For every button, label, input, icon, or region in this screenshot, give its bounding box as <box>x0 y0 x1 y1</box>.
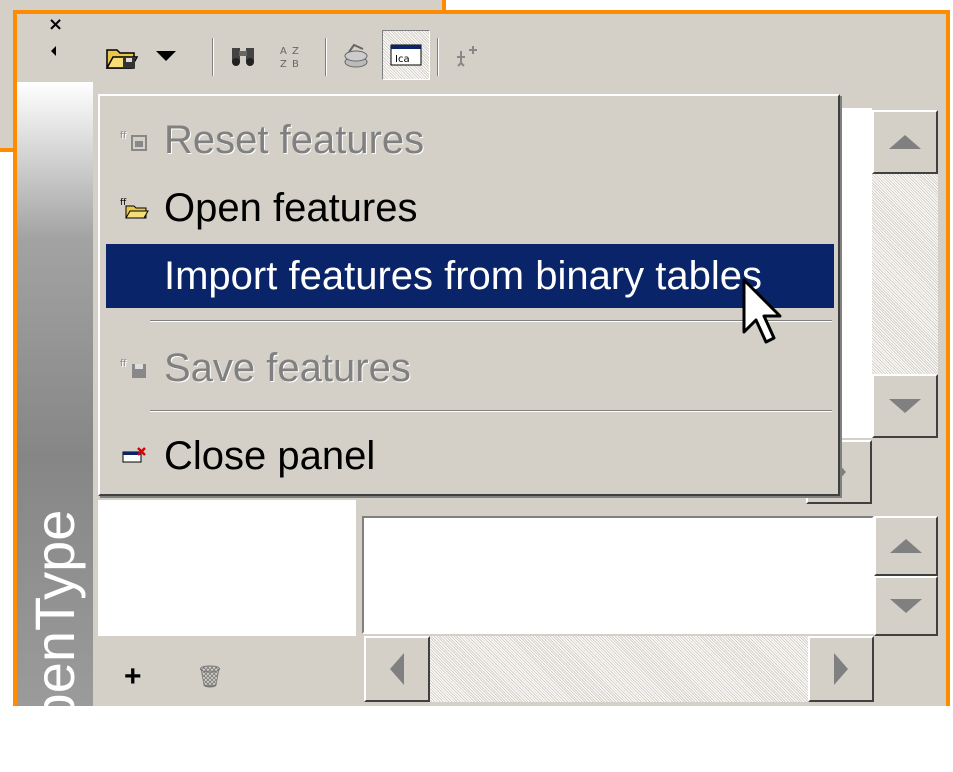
scroll-down-button[interactable] <box>874 576 938 636</box>
scroll-track[interactable] <box>872 174 938 374</box>
close-panel-icon <box>106 444 164 468</box>
menu-item-label: Close panel <box>164 433 376 478</box>
add-button[interactable]: + <box>124 660 142 694</box>
scroll-right-button[interactable] <box>808 636 874 702</box>
toolbar-separator <box>212 38 214 76</box>
lookup-view[interactable] <box>362 516 874 634</box>
scroll-up-button[interactable] <box>874 516 938 576</box>
svg-text:Ica: Ica <box>395 54 410 65</box>
feature-list[interactable] <box>98 500 356 636</box>
svg-text:Z: Z <box>280 59 287 69</box>
trash-icon[interactable]: 🗑 <box>196 664 224 690</box>
dropdown-arrow-icon[interactable] <box>146 40 186 72</box>
code-editor-icon[interactable]: Ica <box>382 30 430 80</box>
scroll-left-button[interactable] <box>364 636 430 702</box>
scroll-track[interactable] <box>430 636 808 702</box>
save-features-icon: ff <box>106 356 164 380</box>
code-view[interactable] <box>836 108 872 438</box>
sort-icon[interactable]: A Z Z B <box>274 40 314 72</box>
menu-item-label: Open features <box>164 185 418 230</box>
menu-item-save-features: ff Save features <box>106 336 834 400</box>
reset-features-icon: ff <box>106 128 164 152</box>
menu-item-label: Import features from binary tables <box>164 253 763 298</box>
panel-title: OpenType <box>23 509 86 768</box>
svg-text:A: A <box>280 46 287 57</box>
scroll-down-button[interactable] <box>872 374 938 438</box>
apply-icon[interactable] <box>336 40 376 72</box>
toolbar-separator <box>325 38 327 76</box>
menu-item-label: Reset features <box>164 117 425 162</box>
open-features-icon[interactable] <box>102 40 142 72</box>
menu-item-import-features[interactable]: Import features from binary tables <box>106 244 834 308</box>
svg-text:B: B <box>292 59 299 69</box>
mouse-cursor-icon <box>742 278 782 344</box>
menu-separator <box>150 320 832 322</box>
binoculars-icon[interactable] <box>226 40 260 72</box>
collapse-arrow-icon[interactable] <box>51 46 56 56</box>
menu-item-reset-features: ff Reset features <box>106 108 834 172</box>
toolbar-separator <box>437 38 439 76</box>
features-menu: ff Reset features ff Open features Impor… <box>98 94 840 496</box>
menu-item-close-panel[interactable]: Close panel <box>106 424 834 488</box>
menu-item-label: Save features <box>164 345 411 390</box>
menu-item-open-features[interactable]: ff Open features <box>106 176 834 240</box>
svg-text:ff: ff <box>120 131 127 141</box>
scroll-up-button[interactable] <box>872 110 938 174</box>
close-icon[interactable]: × <box>48 14 63 35</box>
svg-text:Z: Z <box>292 46 299 57</box>
menu-separator <box>150 410 832 412</box>
svg-text:ff: ff <box>120 359 127 369</box>
panel-sidebar: OpenType <box>17 82 93 768</box>
open-features-icon: ff <box>106 196 164 220</box>
add-feature-icon[interactable] <box>450 40 486 72</box>
